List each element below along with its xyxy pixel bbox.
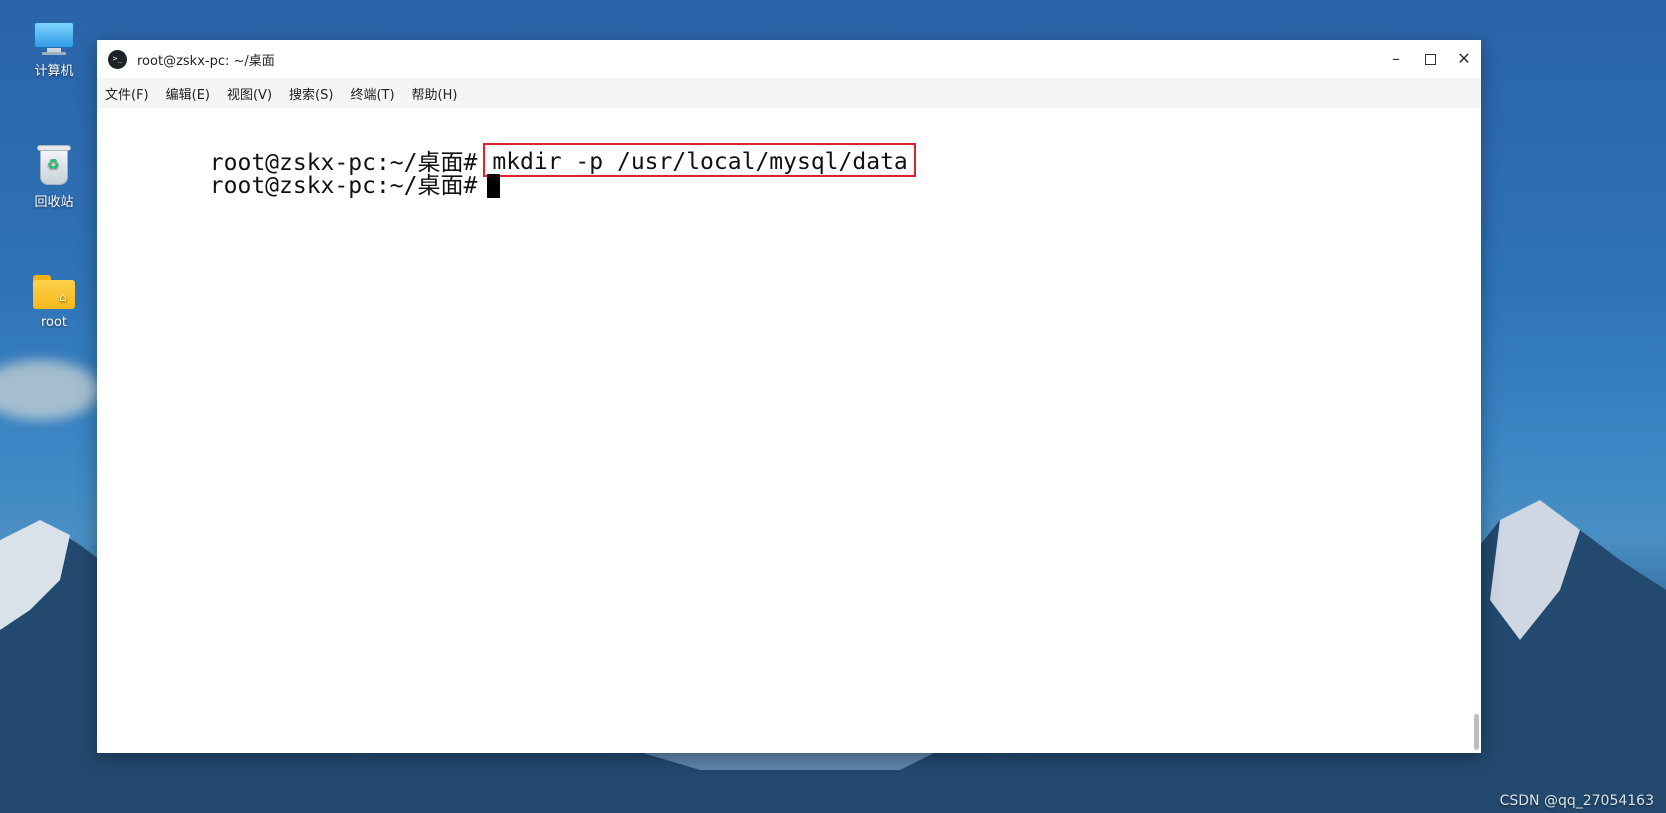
terminal-prompt: root@zskx-pc:~/桌面# bbox=[209, 173, 478, 199]
menu-bar: 文件(F) 编辑(E) 视图(V) 搜索(S) 终端(T) 帮助(H) bbox=[97, 78, 1481, 108]
minimize-icon: – bbox=[1392, 49, 1400, 68]
menu-help[interactable]: 帮助(H) bbox=[412, 84, 458, 103]
highlighted-command: mkdir -p /usr/local/mysql/data bbox=[483, 143, 916, 177]
minimize-button[interactable]: – bbox=[1379, 40, 1413, 78]
menu-terminal[interactable]: 终端(T) bbox=[350, 84, 394, 103]
menu-view[interactable]: 视图(V) bbox=[227, 84, 272, 103]
computer-icon bbox=[34, 22, 74, 55]
desktop-icon-root-folder[interactable]: ⌂ root bbox=[22, 275, 86, 330]
window-controls: – ✕ bbox=[1379, 40, 1481, 78]
desktop-icon-trash[interactable]: ♻ 回收站 bbox=[22, 145, 86, 210]
terminal-cursor bbox=[487, 173, 501, 198]
watermark: CSDN @qq_27054163 bbox=[1499, 793, 1654, 809]
scrollbar-thumb[interactable] bbox=[1474, 714, 1479, 750]
close-button[interactable]: ✕ bbox=[1447, 40, 1481, 78]
desktop-icon-computer[interactable]: 计算机 bbox=[22, 22, 86, 79]
terminal-line: root@zskx-pc:~/桌面# mkdir -p /usr/local/my… bbox=[99, 116, 916, 177]
window-titlebar[interactable]: >_ root@zskx-pc: ~/桌面 – ✕ bbox=[97, 40, 1481, 78]
menu-file[interactable]: 文件(F) bbox=[105, 84, 149, 103]
maximize-button[interactable] bbox=[1413, 40, 1447, 78]
menu-search[interactable]: 搜索(S) bbox=[289, 84, 333, 103]
terminal-line: root@zskx-pc:~/桌面# bbox=[99, 144, 501, 199]
desktop-icon-label: root bbox=[40, 315, 68, 330]
menu-edit[interactable]: 编辑(E) bbox=[166, 84, 210, 103]
window-title: root@zskx-pc: ~/桌面 bbox=[137, 53, 275, 69]
terminal-app-icon: >_ bbox=[108, 49, 127, 69]
close-icon: ✕ bbox=[1457, 49, 1471, 68]
maximize-icon bbox=[1424, 53, 1436, 65]
cloud-decoration bbox=[0, 360, 100, 420]
home-folder-icon: ⌂ bbox=[33, 275, 75, 309]
trash-bin-icon: ♻ bbox=[37, 145, 71, 185]
terminal-output[interactable]: root@zskx-pc:~/桌面# mkdir -p /usr/local/my… bbox=[97, 108, 1481, 753]
terminal-window: >_ root@zskx-pc: ~/桌面 – ✕ 文件(F) 编辑(E) 视图… bbox=[97, 40, 1481, 753]
desktop-icon-label: 计算机 bbox=[34, 64, 74, 79]
desktop-icon-label: 回收站 bbox=[34, 195, 74, 210]
desktop: 计算机 ♻ 回收站 ⌂ root >_ root@zskx-pc: ~/桌面 –… bbox=[0, 0, 1666, 813]
